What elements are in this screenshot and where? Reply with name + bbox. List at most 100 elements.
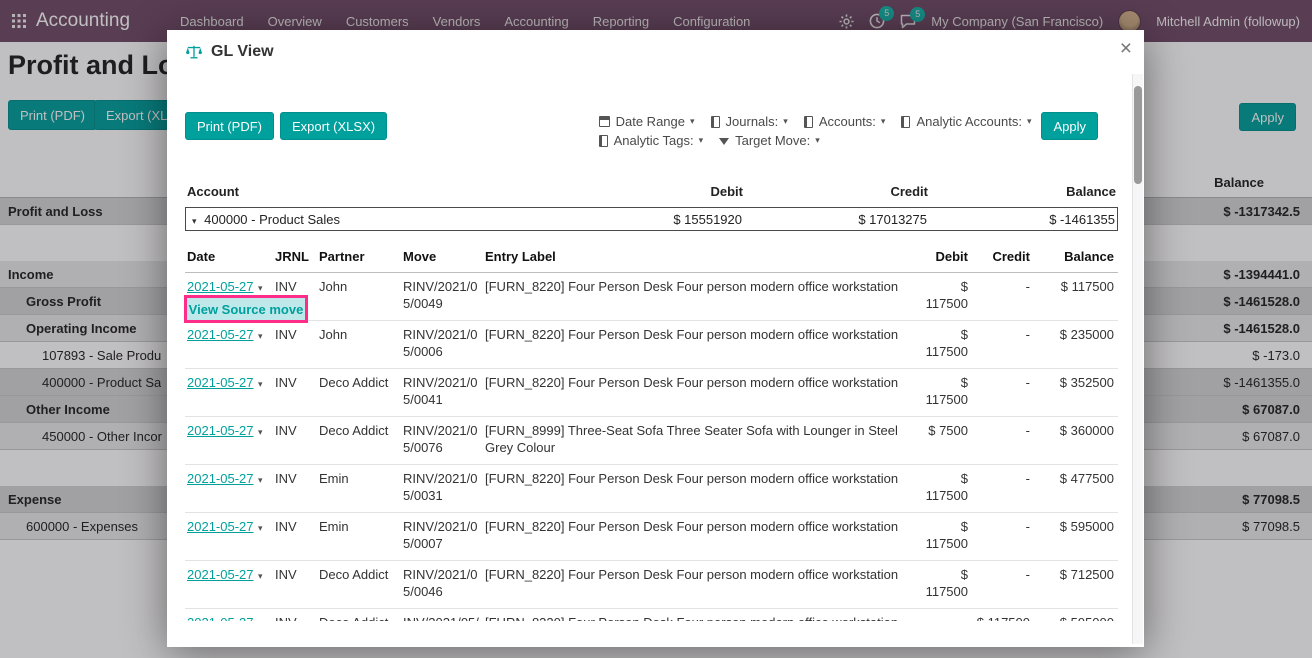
caret-down-icon[interactable]: ▾ [256,379,263,389]
date-link[interactable]: 2021-05-27 [187,327,254,342]
caret-down-icon[interactable]: ▾ [256,523,263,533]
modal-footer [167,621,1132,647]
lines-header-row: Date JRNL Partner Move Entry Label Debit… [185,247,1118,273]
filter-accounts[interactable]: Accounts:▾ [804,112,886,131]
summary-header-account: Account [185,184,553,199]
line-journal: INV [273,465,317,513]
caret-down-icon[interactable]: ▾ [256,427,263,437]
line-balance: $ 360000 [1034,417,1118,465]
line-date-cell: 2021-05-27 ▾ [185,417,273,465]
date-link[interactable]: 2021-05-27 [187,375,254,390]
filter-label-date-range: Date Range [616,112,685,131]
summary-credit: $ 17013275 [742,212,927,227]
close-icon[interactable]: × [1120,38,1132,59]
modal-scrollbar[interactable] [1132,74,1143,644]
scrollbar-thumb[interactable] [1134,86,1142,184]
journal-icon [711,116,720,128]
line-move: RINV/2021/05/0031 [401,465,483,513]
summary-account-row[interactable]: ▾ 400000 - Product Sales $ 15551920 $ 17… [185,207,1118,231]
summary-header-debit: Debit [553,184,743,199]
col-debit: Debit [918,247,972,273]
modal-actions-row: Print (PDF) Export (XLSX) Date Range▾Jou… [185,112,1118,150]
filter-label-accounts: Accounts: [819,112,876,131]
filter-analytic-accounts[interactable]: Analytic Accounts: ▾ [901,112,1031,131]
line-date-cell: 2021-05-27 ▾ [185,321,273,369]
caret-down-icon: ▾ [1027,112,1032,131]
gl-lines-table: Date JRNL Partner Move Entry Label Debit… [185,247,1118,621]
line-move: RINV/2021/05/0076 [401,417,483,465]
caret-down-icon[interactable]: ▾ [256,331,263,341]
line-move: RINV/2021/05/0041 [401,369,483,417]
line-journal: INV [273,609,317,622]
line-debit: $ 117500 [918,369,972,417]
line-credit: - [972,273,1034,321]
view-source-move-menu-item[interactable]: View Source move [184,295,308,323]
line-partner: Emin [317,465,401,513]
line-credit: - [972,561,1034,609]
date-link[interactable]: 2021-05-27 [187,279,254,294]
caret-down-icon: ▾ [690,112,695,131]
line-entry-label: [FURN_8220] Four Person Desk Four person… [483,369,918,417]
line-move: RINV/2021/05/0046 [401,561,483,609]
line-debit: - [918,609,972,622]
line-entry-label: [FURN_8220] Four Person Desk Four person… [483,273,918,321]
filter-label-target-move: Target Move: [735,131,810,150]
journal-icon [901,116,910,128]
line-debit: $ 117500 [918,273,972,321]
line-balance: $ 595000 [1034,513,1118,561]
line-debit: $ 7500 [918,417,972,465]
gl-line-row: 2021-05-27 ▾INVDeco AddictINV/2021/05/00… [185,609,1118,622]
journal-icon [804,116,813,128]
filter-date-range[interactable]: Date Range ▾ [599,112,695,131]
line-date-cell: 2021-05-27 ▾ [185,465,273,513]
line-journal: INV [273,561,317,609]
col-partner: Partner [317,247,401,273]
line-entry-label: [FURN_8220] Four Person Desk Four person… [483,321,918,369]
caret-down-icon[interactable]: ▾ [256,475,263,485]
filter-icon [719,138,729,145]
line-journal: INV [273,321,317,369]
modal-print-pdf-button[interactable]: Print (PDF) [185,112,274,140]
line-partner: John [317,273,401,321]
line-date-cell: 2021-05-27 ▾ [185,609,273,622]
line-entry-label: [FURN_8220] Four Person Desk Four person… [483,561,918,609]
balance-scale-icon [185,44,203,60]
summary-header-row: Account Debit Credit Balance [185,184,1118,207]
caret-down-icon[interactable]: ▾ [192,216,197,226]
filter-journals[interactable]: Journals:▾ [711,112,788,131]
col-move: Move [401,247,483,273]
line-partner: Emin [317,513,401,561]
caret-down-icon[interactable]: ▾ [256,283,263,293]
gl-line-row: 2021-05-27 ▾INVDeco AddictRINV/2021/05/0… [185,417,1118,465]
line-entry-label: [FURN_8220] Four Person Desk Four person… [483,609,918,622]
modal-export-xlsx-button[interactable]: Export (XLSX) [280,112,387,140]
caret-down-icon: ▾ [783,112,788,131]
line-date-cell: 2021-05-27 ▾ [185,369,273,417]
date-link[interactable]: 2021-05-27 [187,567,254,582]
line-credit: - [972,513,1034,561]
filter-analytic-tags[interactable]: Analytic Tags:▾ [599,131,704,150]
line-balance: $ 235000 [1034,321,1118,369]
line-entry-label: [FURN_8999] Three-Seat Sofa Three Seater… [483,417,918,465]
summary-debit: $ 15551920 [552,212,742,227]
date-link[interactable]: 2021-05-27 [187,471,254,486]
filter-label-journals: Journals: [726,112,779,131]
filter-label-analytic-tags: Analytic Tags: [614,131,694,150]
line-debit: $ 117500 [918,561,972,609]
modal-header: GL View × [167,30,1144,74]
line-debit: $ 117500 [918,321,972,369]
filter-target-move[interactable]: Target Move:▾ [719,131,820,150]
line-partner: Deco Addict [317,417,401,465]
gl-line-row: 2021-05-27 ▾INVDeco AddictRINV/2021/05/0… [185,369,1118,417]
date-link[interactable]: 2021-05-27 [187,423,254,438]
filter-label-analytic-accounts: Analytic Accounts: [916,112,1022,131]
modal-body: Print (PDF) Export (XLSX) Date Range▾Jou… [167,74,1132,621]
col-credit: Credit [972,247,1034,273]
col-jrnl: JRNL [273,247,317,273]
line-credit: $ 117500 [972,609,1034,622]
date-link[interactable]: 2021-05-27 [187,519,254,534]
modal-apply-button[interactable]: Apply [1041,112,1098,140]
gl-line-row: 2021-05-27 ▾INVEminRINV/2021/05/0007[FUR… [185,513,1118,561]
caret-down-icon[interactable]: ▾ [256,571,263,581]
summary-header-credit: Credit [743,184,928,199]
